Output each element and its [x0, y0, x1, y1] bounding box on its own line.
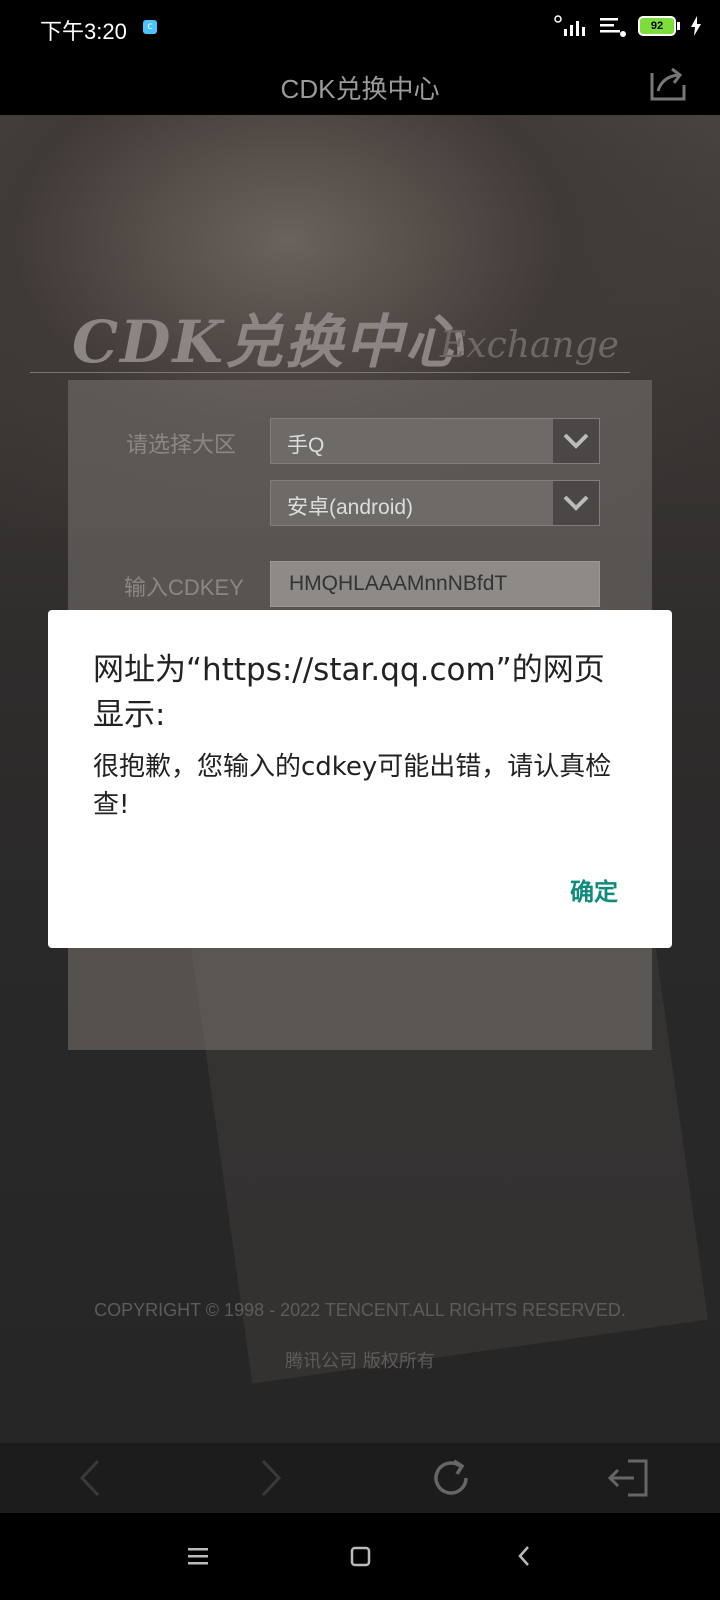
alert-dialog: 网址为“https://star.qq.com”的网页显示: 很抱歉，您输入的c…	[48, 610, 672, 948]
confirm-button[interactable]: 确定	[570, 872, 618, 907]
dialog-message: 很抱歉，您输入的cdkey可能出错，请认真检查!	[93, 752, 612, 820]
dialog-title: 网址为“https://star.qq.com”的网页显示:	[93, 652, 605, 733]
